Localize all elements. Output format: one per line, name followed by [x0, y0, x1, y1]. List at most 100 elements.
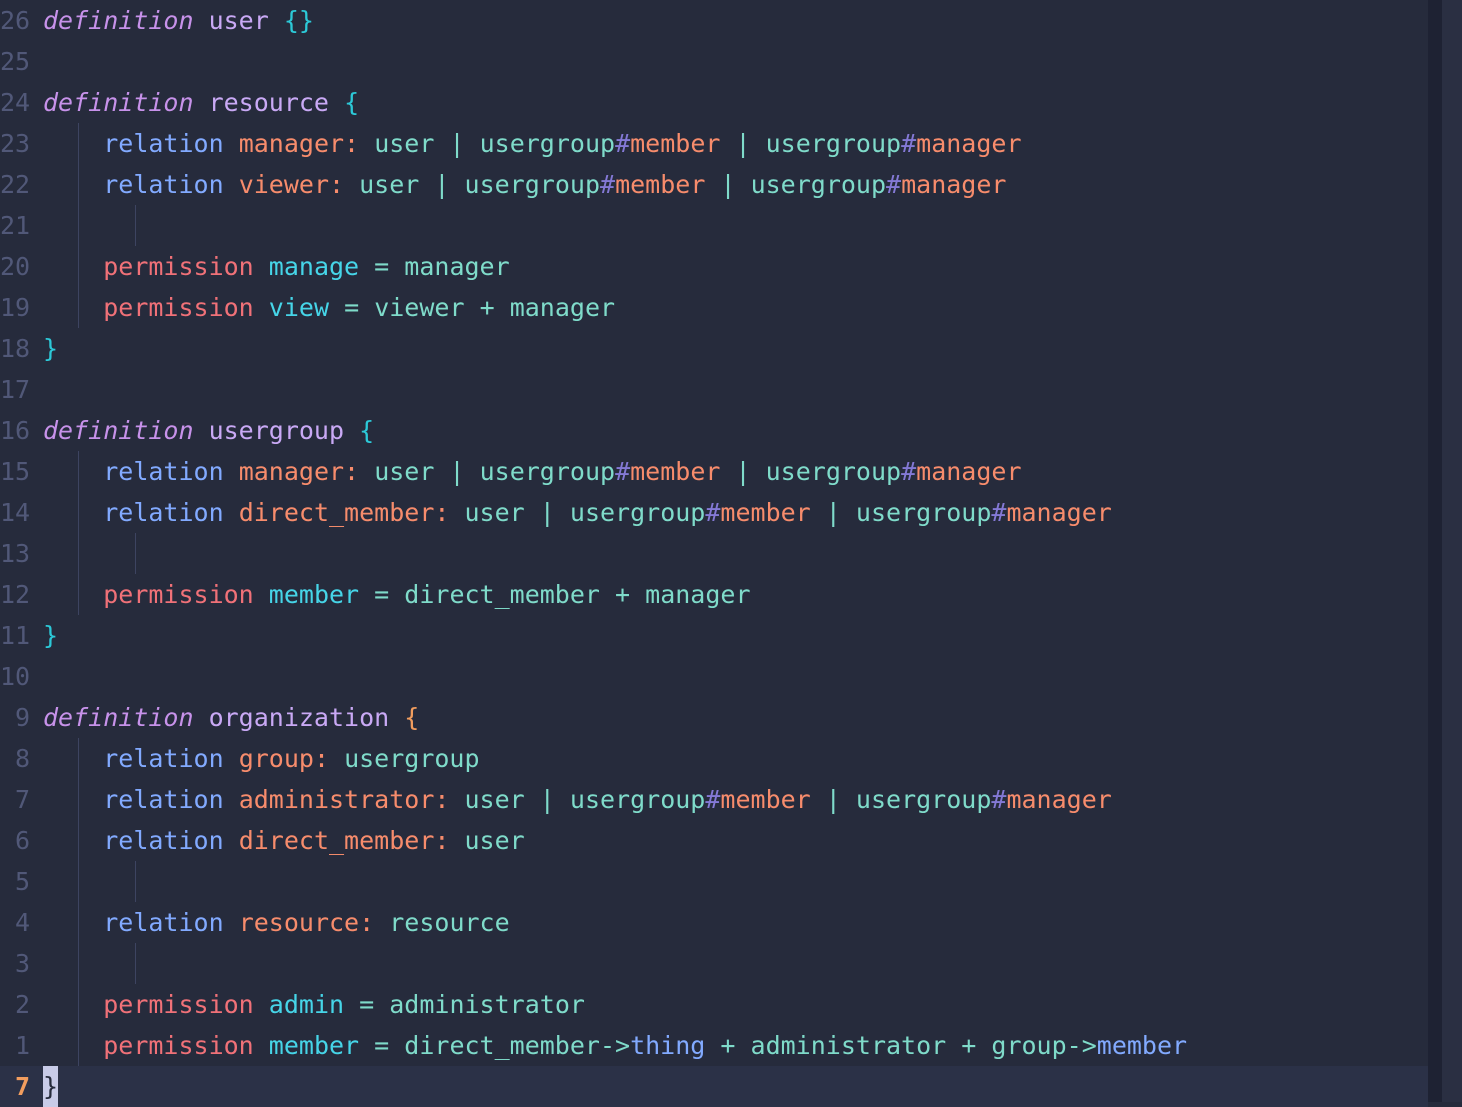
- line-number: 25: [0, 47, 31, 76]
- code-line[interactable]: 18}: [0, 328, 1428, 369]
- code-line[interactable]: 6 relation direct_member: user: [0, 820, 1428, 861]
- code-line-content[interactable]: [30, 861, 136, 902]
- code-line-content[interactable]: definition organization {: [30, 697, 419, 738]
- code-line[interactable]: 25: [0, 41, 1428, 82]
- code-line[interactable]: 14 relation direct_member: user | usergr…: [0, 492, 1428, 533]
- line-number: 1: [14, 1031, 30, 1060]
- code-token: ->: [1066, 1031, 1097, 1060]
- code-line[interactable]: 7 relation administrator: user | usergro…: [0, 779, 1428, 820]
- indent-guide: [78, 984, 79, 1025]
- code-line[interactable]: 24 definition resource {: [0, 82, 1428, 123]
- code-lines-container[interactable]: 26 definition user {} 25 24 definition reso…: [0, 0, 1428, 1107]
- code-line-content[interactable]: [30, 533, 136, 574]
- line-number: 18: [0, 334, 31, 363]
- code-line[interactable]: 26 definition user {}: [0, 0, 1428, 41]
- code-line[interactable]: 2 permission admin = administrator: [0, 984, 1428, 1025]
- code-line-current[interactable]: 7}: [0, 1066, 1428, 1107]
- code-token: member: [1096, 1031, 1188, 1060]
- line-number: 14: [0, 498, 31, 527]
- code-token: =: [359, 990, 375, 1019]
- code-line[interactable]: 11}: [0, 615, 1428, 656]
- code-token: #: [901, 457, 917, 486]
- code-token: definition: [43, 416, 194, 445]
- code-line[interactable]: 12 permission member = direct_member + m…: [0, 574, 1428, 615]
- code-line[interactable]: 15 relation manager: user | usergroup#me…: [0, 451, 1428, 492]
- code-line[interactable]: 22 relation viewer: user | usergroup#mem…: [0, 164, 1428, 205]
- code-line-content[interactable]: [30, 41, 58, 82]
- code-line-content[interactable]: permission member = direct_member->thing…: [30, 1025, 1187, 1066]
- code-line[interactable]: 17: [0, 369, 1428, 410]
- code-token: usergroup: [855, 785, 992, 814]
- code-line[interactable]: 9 definition organization {: [0, 697, 1428, 738]
- code-token: permission: [103, 293, 254, 322]
- code-line-content[interactable]: [30, 369, 58, 410]
- code-token: definition: [43, 6, 194, 35]
- code-line-content[interactable]: relation direct_member: user: [30, 820, 525, 861]
- code-line[interactable]: 1 permission member = direct_member->thi…: [0, 1025, 1428, 1066]
- code-token: |: [449, 457, 465, 486]
- vertical-scrollbar[interactable]: [1428, 0, 1442, 1102]
- code-line-content[interactable]: [30, 205, 136, 246]
- code-line[interactable]: 23 relation manager: user | usergroup#me…: [0, 123, 1428, 164]
- code-line-content[interactable]: permission manage = manager: [30, 246, 510, 287]
- code-line[interactable]: 21: [0, 205, 1428, 246]
- code-line-content[interactable]: relation administrator: user | usergroup…: [30, 779, 1112, 820]
- code-line-content[interactable]: [30, 943, 136, 984]
- code-line[interactable]: 20 permission manage = manager: [0, 246, 1428, 287]
- line-number: 24: [0, 88, 31, 117]
- code-line-content[interactable]: permission member = direct_member + mana…: [30, 574, 751, 615]
- code-line-content[interactable]: permission admin = administrator: [30, 984, 585, 1025]
- code-line-content[interactable]: relation manager: user | usergroup#membe…: [30, 123, 1022, 164]
- code-line[interactable]: 3: [0, 943, 1428, 984]
- code-line[interactable]: 4 relation resource: resource: [0, 902, 1428, 943]
- code-token: user: [464, 785, 525, 814]
- code-line-content[interactable]: }: [30, 615, 58, 656]
- code-line-content[interactable]: relation viewer: user | usergroup#member…: [30, 164, 1006, 205]
- code-line-content[interactable]: definition resource {: [30, 82, 359, 123]
- line-number: 13: [0, 539, 31, 568]
- editor-right-margin: [1442, 0, 1462, 1102]
- code-line[interactable]: 16 definition usergroup {: [0, 410, 1428, 451]
- code-token: relation: [103, 170, 224, 199]
- code-token: member: [615, 170, 706, 199]
- code-line-content[interactable]: }: [30, 328, 58, 369]
- code-token: resource: [208, 88, 329, 117]
- code-line-content[interactable]: definition user {}: [30, 0, 314, 41]
- code-line-content[interactable]: definition usergroup {: [30, 410, 374, 451]
- code-line-content[interactable]: relation manager: user | usergroup#membe…: [30, 451, 1022, 492]
- code-line[interactable]: 5: [0, 861, 1428, 902]
- code-token: definition: [43, 703, 194, 732]
- code-line[interactable]: 10: [0, 656, 1428, 697]
- code-token: relation: [103, 826, 224, 855]
- code-token: admin: [268, 990, 345, 1019]
- code-line-content[interactable]: [30, 656, 58, 697]
- code-token: usergroup: [750, 170, 887, 199]
- code-token: =: [374, 580, 390, 609]
- code-token: viewer: [374, 293, 465, 322]
- code-line-content[interactable]: relation resource: resource: [30, 902, 510, 943]
- code-line-content[interactable]: relation direct_member: user | usergroup…: [30, 492, 1112, 533]
- code-line-content[interactable]: permission view = viewer + manager: [30, 287, 615, 328]
- code-line[interactable]: 13: [0, 533, 1428, 574]
- code-line-content[interactable]: }: [30, 1066, 59, 1107]
- code-line-content[interactable]: relation group: usergroup: [30, 738, 480, 779]
- indent-guide: [78, 492, 79, 533]
- code-line[interactable]: 8 relation group: usergroup: [0, 738, 1428, 779]
- code-editor[interactable]: 26 definition user {} 25 24 definition reso…: [0, 0, 1462, 1107]
- code-line[interactable]: 19 permission view = viewer + manager: [0, 287, 1428, 328]
